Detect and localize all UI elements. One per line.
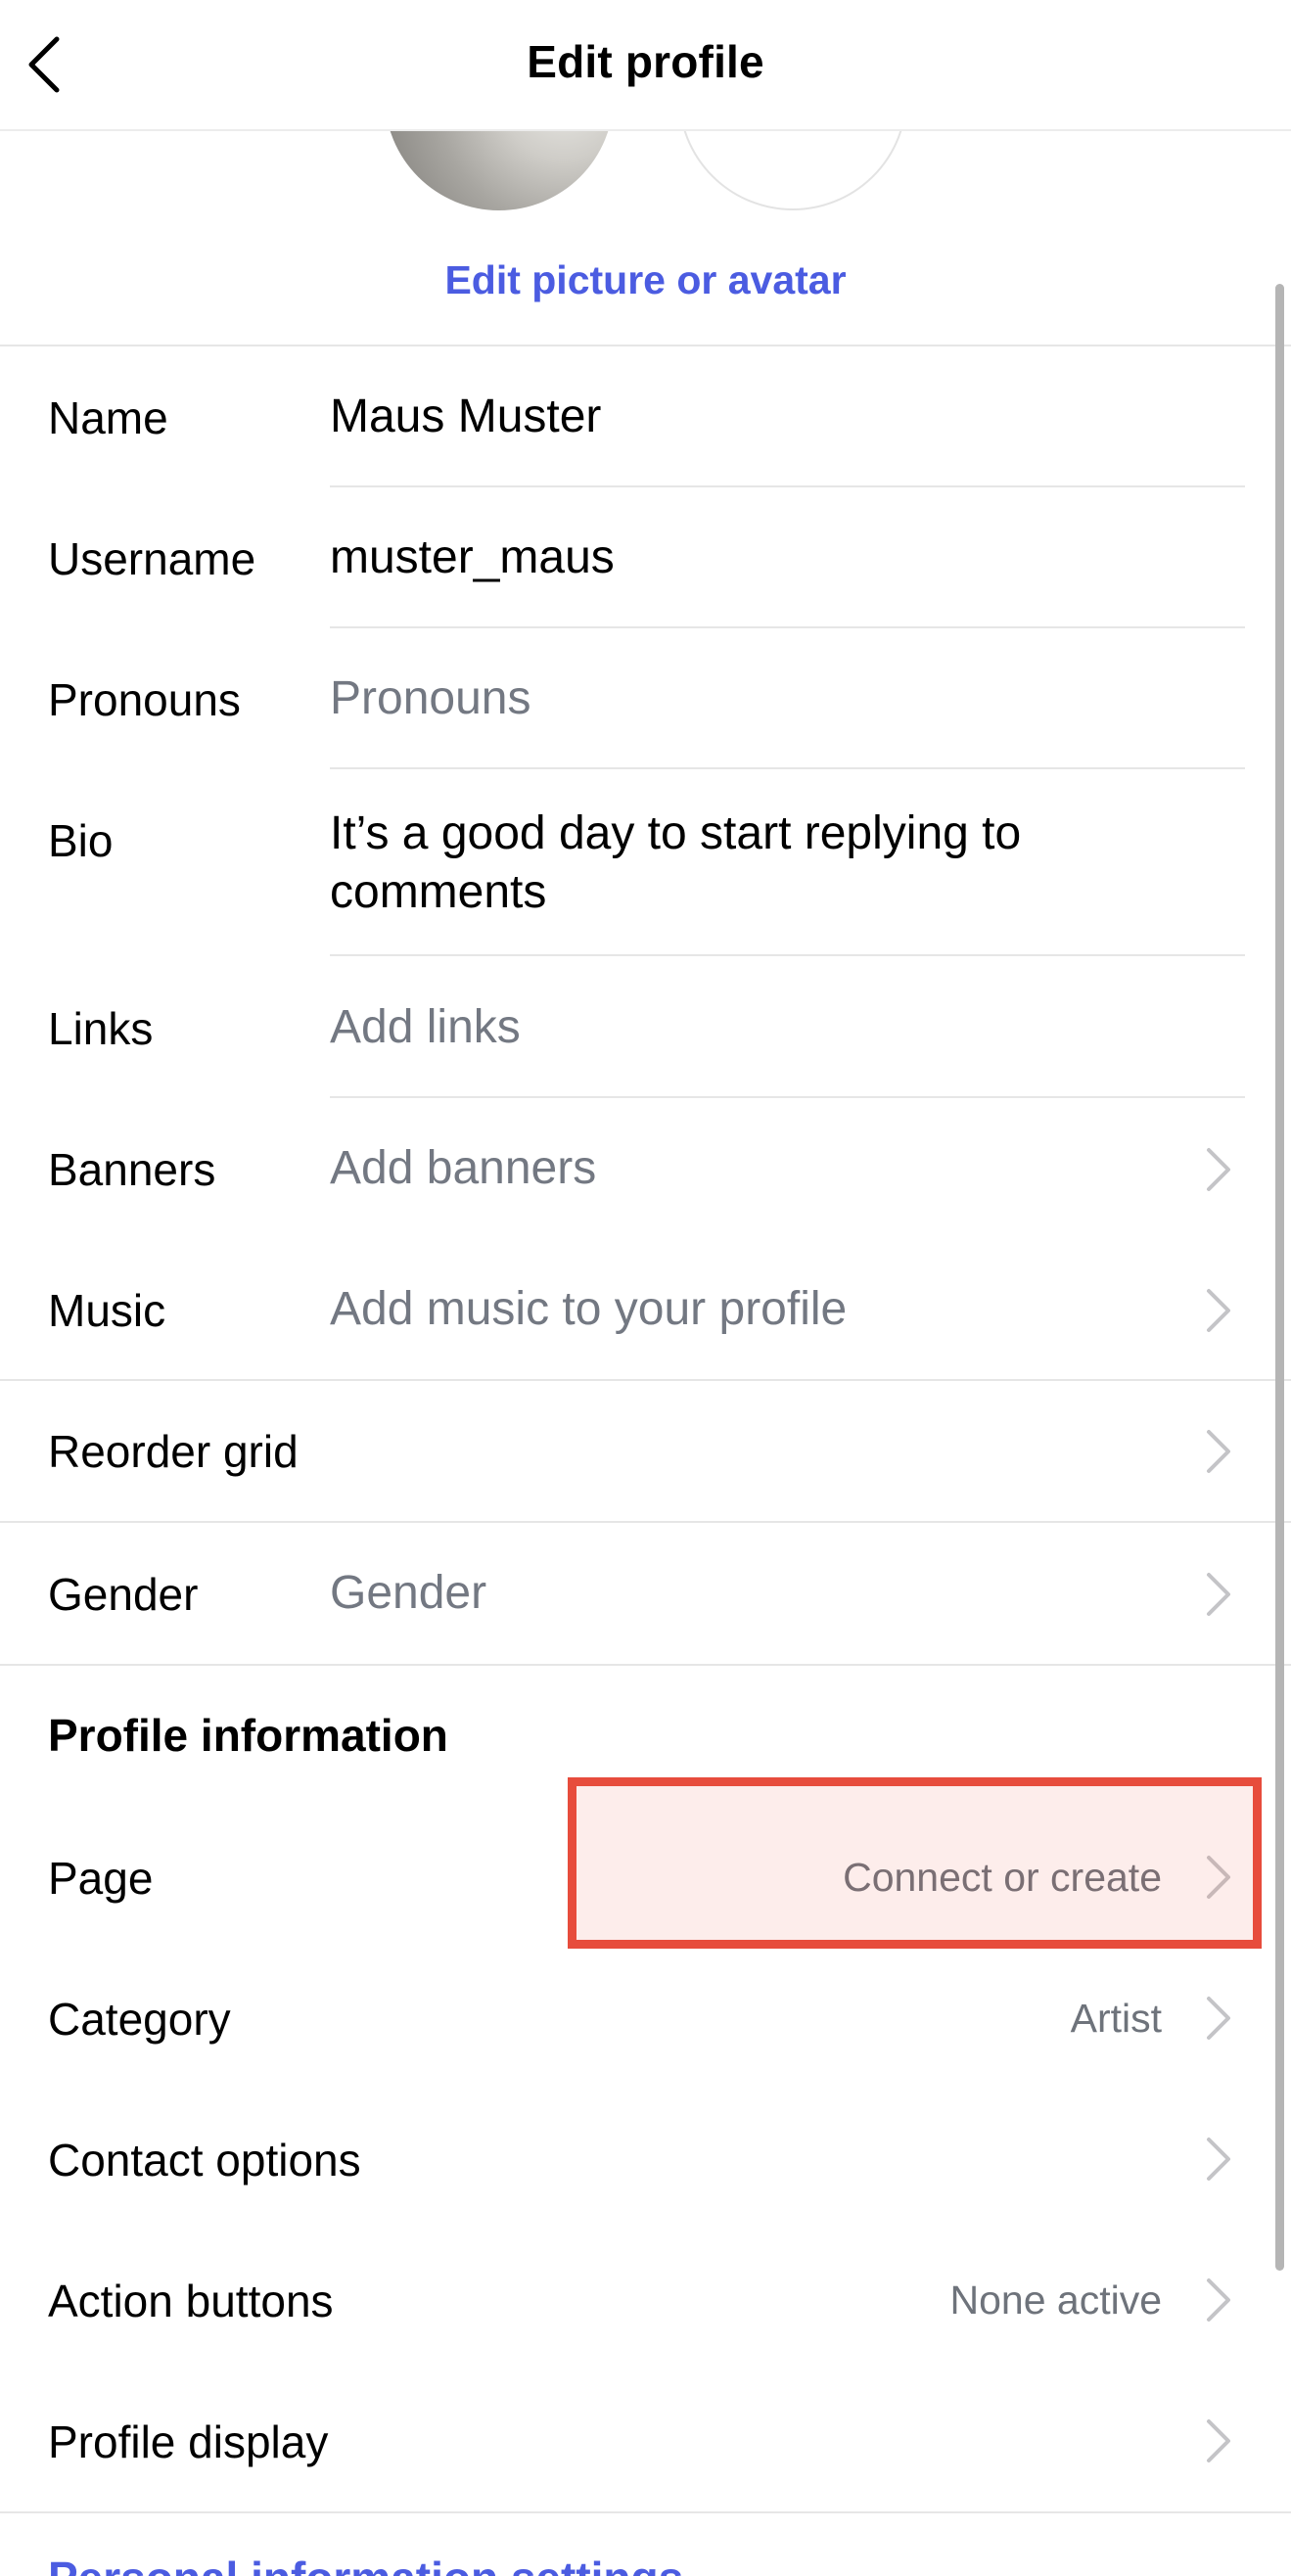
divider bbox=[0, 2511, 1291, 2513]
username-label: Username bbox=[48, 533, 256, 584]
action-buttons-value: None active bbox=[949, 2277, 1162, 2323]
username-field[interactable]: muster_maus bbox=[330, 530, 615, 584]
links-label: Links bbox=[48, 1003, 154, 1054]
music-label: Music bbox=[48, 1285, 166, 1336]
section-title-profile-information: Profile information bbox=[48, 1710, 448, 1761]
links-field[interactable]: Add links bbox=[330, 1000, 521, 1054]
divider bbox=[330, 767, 1245, 769]
chevron-right-icon bbox=[1205, 1995, 1232, 2042]
pronouns-label: Pronouns bbox=[48, 674, 241, 725]
chevron-right-icon bbox=[1205, 1287, 1232, 1334]
name-label: Name bbox=[48, 392, 168, 443]
chevron-right-icon bbox=[1205, 1571, 1232, 1618]
chevron-right-icon bbox=[1205, 2417, 1232, 2464]
category-value: Artist bbox=[1070, 1996, 1162, 2041]
personal-information-settings-link[interactable]: Personal information settings bbox=[48, 2552, 683, 2576]
divider bbox=[330, 626, 1245, 628]
divider bbox=[330, 954, 1245, 956]
chevron-right-icon bbox=[1205, 1146, 1232, 1193]
contact-options-label: Contact options bbox=[48, 2135, 361, 2185]
chevron-right-icon bbox=[1205, 1428, 1232, 1475]
pronouns-field[interactable]: Pronouns bbox=[330, 671, 530, 725]
reorder-grid-label: Reorder grid bbox=[48, 1426, 299, 1477]
page-title: Edit profile bbox=[527, 36, 764, 87]
chevron-right-icon bbox=[1205, 2277, 1232, 2323]
name-field[interactable]: Maus Muster bbox=[330, 390, 601, 443]
bio-label: Bio bbox=[48, 815, 114, 866]
scrollbar[interactable] bbox=[1275, 284, 1284, 2271]
banners-field: Add banners bbox=[330, 1142, 597, 1194]
edit-picture-link[interactable]: Edit picture or avatar bbox=[0, 257, 1291, 303]
divider bbox=[330, 485, 1245, 487]
divider bbox=[0, 345, 1291, 346]
page-label: Page bbox=[48, 1853, 154, 1904]
divider bbox=[0, 1664, 1291, 1666]
action-buttons-label: Action buttons bbox=[48, 2276, 334, 2326]
gender-label: Gender bbox=[48, 1569, 199, 1620]
chevron-right-icon bbox=[1205, 2136, 1232, 2183]
music-field: Add music to your profile bbox=[330, 1283, 848, 1335]
bio-field[interactable]: It’s a good day to start replying to com… bbox=[330, 805, 1211, 922]
highlight-box bbox=[568, 1777, 1262, 1949]
name-row[interactable] bbox=[0, 347, 1291, 484]
banners-label: Banners bbox=[48, 1144, 216, 1195]
category-label: Category bbox=[48, 1994, 231, 2045]
profile-display-label: Profile display bbox=[48, 2416, 329, 2467]
gender-field: Gender bbox=[330, 1567, 487, 1619]
top-bar: Edit profile bbox=[0, 0, 1291, 131]
